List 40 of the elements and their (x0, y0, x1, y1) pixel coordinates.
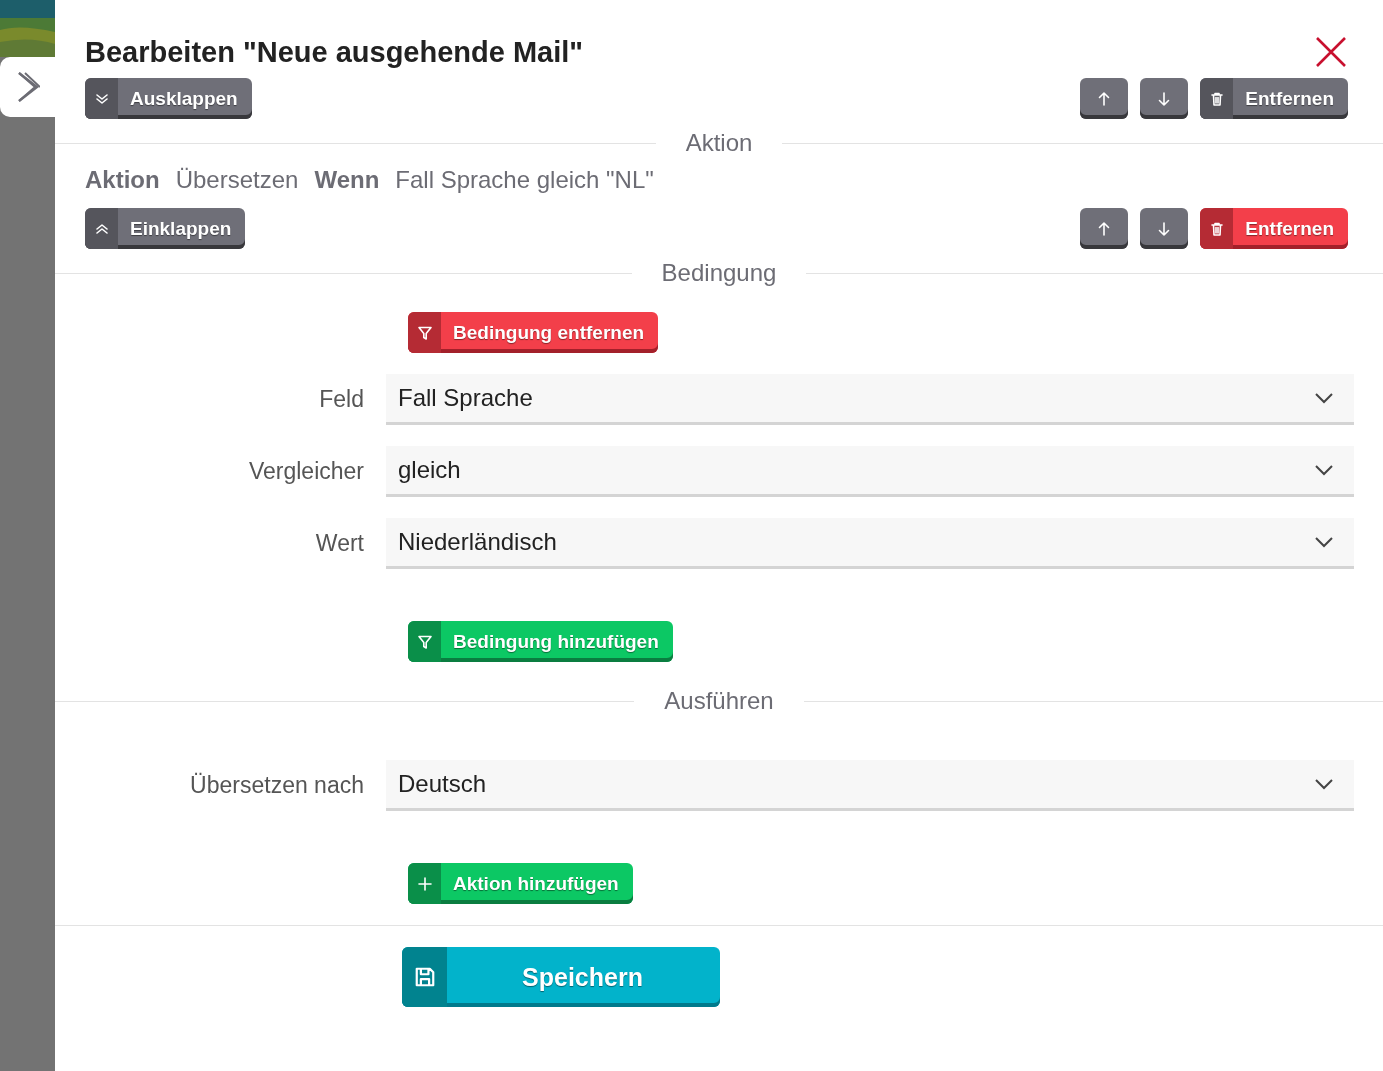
filter-icon (416, 633, 433, 650)
collapse-button[interactable]: Einklappen (85, 208, 246, 249)
trash-icon (1208, 220, 1225, 237)
plus-icon (416, 875, 433, 892)
trash-icon (1208, 90, 1225, 107)
chevron-down-icon (1314, 778, 1334, 790)
dropdown-field[interactable]: Niederländisch (386, 518, 1354, 569)
field-label: Vergleicher (247, 457, 365, 487)
chevron-right-icon (16, 71, 40, 103)
remove-button[interactable]: Entfernen (1200, 78, 1348, 119)
move-down-button[interactable] (1140, 78, 1189, 119)
section-heading: Bedingung (660, 261, 778, 285)
field-label: Wert (314, 529, 365, 559)
dropdown-field[interactable]: Fall Sprache (386, 374, 1354, 425)
remove-condition-button[interactable]: Bedingung entfernen (408, 312, 659, 353)
remove-button[interactable]: Entfernen (1200, 208, 1348, 249)
dropdown-field[interactable]: Deutsch (386, 760, 1354, 811)
dialog-title: Bearbeiten "Neue ausgehende Mail" (85, 37, 584, 67)
section-heading: Ausführen (663, 689, 775, 713)
field-label: Feld (318, 385, 365, 415)
save-button[interactable]: Speichern (402, 947, 720, 1007)
summary-label: Wenn (314, 168, 380, 192)
chevron-down-icon (1314, 464, 1334, 476)
summary-value: Übersetzen (175, 168, 299, 192)
save-icon (413, 966, 436, 988)
dropdown-field[interactable]: gleich (386, 446, 1354, 497)
summary-value: Fall Sprache gleich "NL" (395, 168, 654, 192)
field-label: Übersetzen nach (189, 771, 365, 801)
close-button[interactable] (1314, 35, 1348, 69)
section-heading: Aktion (684, 131, 754, 155)
move-up-button[interactable] (1080, 208, 1129, 249)
close-icon (1314, 35, 1348, 69)
summary-label: Aktion (85, 168, 160, 192)
chevron-down-icon (1314, 536, 1334, 548)
chevron-down-icon (1314, 392, 1334, 404)
filter-icon (416, 324, 433, 341)
sidebar-toggle[interactable] (0, 57, 56, 117)
move-up-button[interactable] (1080, 78, 1129, 119)
expand-button[interactable]: Ausklappen (85, 78, 252, 119)
move-down-button[interactable] (1140, 208, 1189, 249)
